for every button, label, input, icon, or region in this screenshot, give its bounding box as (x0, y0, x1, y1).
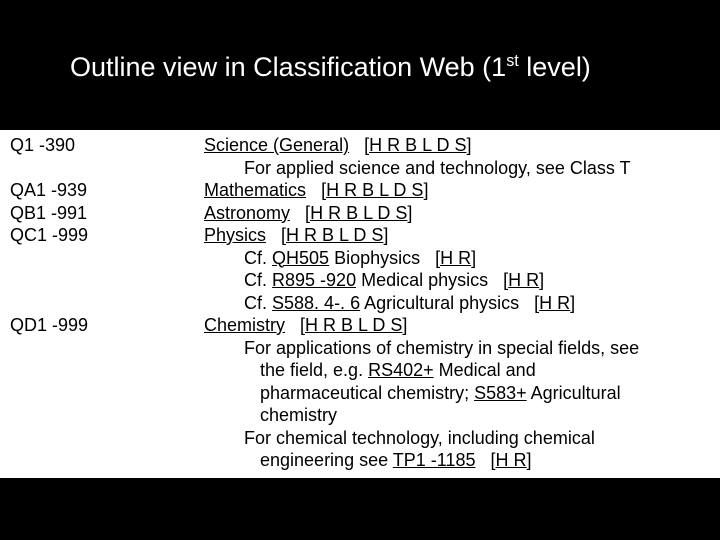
bracket-letters[interactable]: H R B L D S (286, 225, 383, 245)
ref-link[interactable]: S583+ (474, 383, 527, 403)
bracket-letters[interactable]: H R B L D S (369, 135, 466, 155)
entry-row: QA1 -939Mathematics [H R B L D S] (0, 179, 720, 202)
note-row: engineering see TP1 -1185 [H R] (0, 449, 720, 472)
subject-link[interactable]: Mathematics (204, 180, 306, 200)
note-row: For chemical technology, including chemi… (0, 427, 720, 450)
bracket-letters[interactable]: H R (539, 293, 570, 313)
ref-link[interactable]: TP1 -1185 (393, 450, 476, 470)
entry-row: QB1 -991Astronomy [H R B L D S] (0, 202, 720, 225)
subject-link[interactable]: Science (General) (204, 135, 349, 155)
note-text: chemistry (204, 404, 720, 427)
class-code: QB1 -991 (0, 202, 204, 225)
ref-link[interactable]: RS402+ (368, 360, 434, 380)
entry-row: Q1 -390Science (General) [H R B L D S] (0, 134, 720, 157)
cf-body: Cf. QH505 Biophysics [H R] (204, 247, 720, 270)
cf-body: Cf. S588. 4-. 6 Agricultural physics [H … (204, 292, 720, 315)
subject-link[interactable]: Chemistry (204, 315, 285, 335)
bracket: [H R] (435, 248, 476, 268)
note-row: pharmaceutical chemistry; S583+ Agricult… (0, 382, 720, 405)
note-row: chemistry (0, 404, 720, 427)
note-text: pharmaceutical chemistry; S583+ Agricult… (204, 382, 720, 405)
cf-row: Cf. R895 -920 Medical physics [H R] (0, 269, 720, 292)
entry-row: QD1 -999Chemistry [H R B L D S] (0, 314, 720, 337)
bracket-letters[interactable]: H R (496, 450, 527, 470)
cf-row: Cf. S588. 4-. 6 Agricultural physics [H … (0, 292, 720, 315)
note-text: engineering see TP1 -1185 [H R] (204, 449, 720, 472)
title-suffix: level) (519, 52, 591, 82)
bracket: [H R B L D S] (364, 135, 471, 155)
bracket: [H R B L D S] (281, 225, 388, 245)
entry-row: QC1 -999Physics [H R B L D S] (0, 224, 720, 247)
class-code: QD1 -999 (0, 314, 204, 337)
note-text: For chemical technology, including chemi… (204, 427, 720, 450)
class-code: QC1 -999 (0, 224, 204, 247)
entry-body: Mathematics [H R B L D S] (204, 179, 720, 202)
slide: Outline view in Classification Web (1st … (0, 0, 720, 540)
note-row: the field, e.g. RS402+ Medical and (0, 359, 720, 382)
bracket-letters[interactable]: H R B L D S (310, 203, 407, 223)
title-sup: st (506, 52, 519, 70)
bracket-letters[interactable]: H R (508, 270, 539, 290)
cf-body: Cf. R895 -920 Medical physics [H R] (204, 269, 720, 292)
note-row: For applied science and technology, see … (0, 157, 720, 180)
cf-ref[interactable]: R895 -920 (272, 270, 356, 290)
cf-ref[interactable]: S588. 4-. 6 (272, 293, 360, 313)
subject-link[interactable]: Astronomy (204, 203, 290, 223)
title-prefix: Outline view in Classification Web (1 (70, 52, 506, 82)
bracket: [H R B L D S] (305, 203, 412, 223)
entry-body: Chemistry [H R B L D S] (204, 314, 720, 337)
bracket-letters[interactable]: H R B L D S (305, 315, 402, 335)
cf-ref[interactable]: QH505 (272, 248, 329, 268)
note-text: the field, e.g. RS402+ Medical and (204, 359, 720, 382)
note-text: For applied science and technology, see … (204, 157, 720, 180)
bracket-letters[interactable]: H R (440, 248, 471, 268)
entry-body: Physics [H R B L D S] (204, 224, 720, 247)
note-text: For applications of chemistry in special… (204, 337, 720, 360)
class-code: Q1 -390 (0, 134, 204, 157)
bracket: [H R] (491, 450, 532, 470)
bracket-letters[interactable]: H R B L D S (326, 180, 423, 200)
entry-body: Science (General) [H R B L D S] (204, 134, 720, 157)
bracket: [H R] (503, 270, 544, 290)
cf-row: Cf. QH505 Biophysics [H R] (0, 247, 720, 270)
entry-body: Astronomy [H R B L D S] (204, 202, 720, 225)
bracket: [H R] (534, 293, 575, 313)
subject-link[interactable]: Physics (204, 225, 266, 245)
note-row: For applications of chemistry in special… (0, 337, 720, 360)
slide-title: Outline view in Classification Web (1st … (70, 52, 680, 83)
classification-panel: Q1 -390Science (General) [H R B L D S]Fo… (0, 130, 720, 478)
bracket: [H R B L D S] (321, 180, 428, 200)
class-code: QA1 -939 (0, 179, 204, 202)
bracket: [H R B L D S] (300, 315, 407, 335)
